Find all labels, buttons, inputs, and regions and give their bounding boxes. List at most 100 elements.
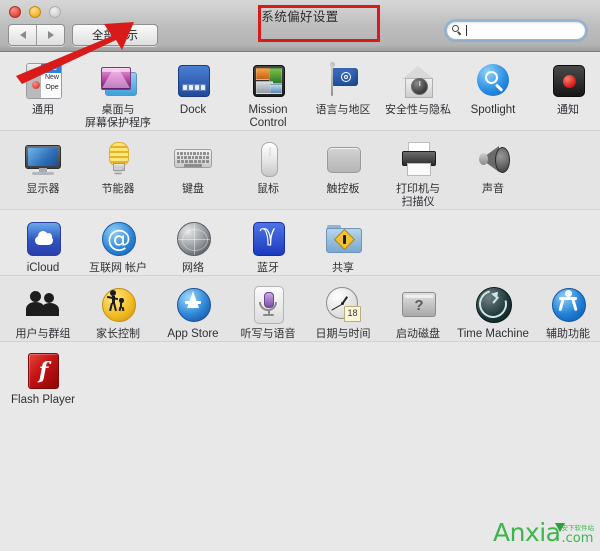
pref-trackpad[interactable]: 触控板 bbox=[306, 139, 380, 209]
pref-dock[interactable]: Dock bbox=[156, 60, 230, 130]
pref-label: 键盘 bbox=[156, 183, 230, 196]
notifications-icon bbox=[548, 60, 588, 100]
app-store-icon bbox=[173, 284, 213, 324]
security-privacy-icon bbox=[398, 60, 438, 100]
pref-sound[interactable]: 声音 bbox=[456, 139, 530, 209]
flash-player-icon: f bbox=[23, 350, 63, 390]
spotlight-icon bbox=[473, 60, 513, 100]
preference-row: iCloud @ 互联网 帐户 网络 ℽ bbox=[0, 210, 600, 276]
pref-label: Mission Control bbox=[231, 104, 305, 130]
pref-label: 显示器 bbox=[6, 183, 80, 196]
watermark-brand: Anxia bbox=[493, 520, 561, 545]
system-preferences-window: 全部显示 系统偏好设置 File bbox=[0, 0, 600, 551]
download-arrow-icon bbox=[555, 523, 565, 532]
mouse-icon bbox=[248, 139, 288, 179]
language-region-icon bbox=[323, 60, 363, 100]
pref-security-privacy[interactable]: 安全性与隐私 bbox=[381, 60, 455, 130]
pref-label: 共享 bbox=[306, 262, 380, 275]
pref-label: App Store bbox=[156, 328, 230, 341]
pref-label: 语言与地区 bbox=[306, 104, 380, 117]
dictation-speech-icon bbox=[248, 284, 288, 324]
parental-controls-icon bbox=[98, 284, 138, 324]
pref-desktop-screensaver[interactable]: 桌面与 屏幕保护程序 bbox=[81, 60, 155, 130]
watermark: Anxia 安下软件站 .com bbox=[493, 515, 594, 545]
pref-label: 安全性与隐私 bbox=[381, 104, 455, 117]
pref-dictation-speech[interactable]: 听写与语音 bbox=[231, 284, 305, 341]
pref-parental-controls[interactable]: 家长控制 bbox=[81, 284, 155, 341]
back-button[interactable] bbox=[9, 25, 36, 45]
pref-label: Dock bbox=[156, 104, 230, 117]
pref-label: 辅助功能 bbox=[531, 328, 600, 341]
icloud-icon bbox=[23, 218, 63, 258]
pref-app-store[interactable]: App Store bbox=[156, 284, 230, 341]
search-input[interactable] bbox=[446, 21, 586, 40]
show-all-button[interactable]: 全部显示 bbox=[72, 24, 158, 46]
displays-icon bbox=[23, 139, 63, 179]
pref-flash-player[interactable]: f Flash Player bbox=[6, 350, 80, 407]
pref-label: Flash Player bbox=[6, 394, 80, 407]
pref-notifications[interactable]: 通知 bbox=[531, 60, 600, 130]
startup-disk-icon: ? bbox=[398, 284, 438, 324]
navigation-buttons[interactable] bbox=[8, 24, 65, 46]
pref-label: iCloud bbox=[6, 262, 80, 275]
pref-label: 听写与语音 bbox=[231, 328, 305, 341]
pref-keyboard[interactable]: 键盘 bbox=[156, 139, 230, 209]
pref-startup-disk[interactable]: ? 启动磁盘 bbox=[381, 284, 455, 341]
time-machine-icon bbox=[473, 284, 513, 324]
chevron-right-icon bbox=[48, 31, 54, 39]
printers-scanners-icon bbox=[398, 139, 438, 179]
keyboard-icon bbox=[173, 139, 213, 179]
pref-label: 启动磁盘 bbox=[381, 328, 455, 341]
preference-row: 用户与群组 家长控制 App Store bbox=[0, 276, 600, 342]
pref-label: 打印机与 扫描仪 bbox=[381, 183, 455, 209]
pref-internet-accounts[interactable]: @ 互联网 帐户 bbox=[81, 218, 155, 275]
pref-energy-saver[interactable]: 节能器 bbox=[81, 139, 155, 209]
users-groups-icon bbox=[23, 284, 63, 324]
pref-label: 日期与时间 bbox=[306, 328, 380, 341]
pref-sharing[interactable]: 共享 bbox=[306, 218, 380, 275]
pref-bluetooth[interactable]: ℽ 蓝牙 bbox=[231, 218, 305, 275]
accessibility-icon bbox=[548, 284, 588, 324]
general-icon: File NewOpe bbox=[23, 60, 63, 100]
preference-row: File NewOpe 通用 桌面与 屏幕保护程序 bbox=[0, 52, 600, 131]
preference-row: f Flash Player bbox=[0, 342, 600, 407]
pref-users-groups[interactable]: 用户与群组 bbox=[6, 284, 80, 341]
forward-button[interactable] bbox=[36, 25, 64, 45]
chevron-left-icon bbox=[20, 31, 26, 39]
bluetooth-icon: ℽ bbox=[248, 218, 288, 258]
pref-printers-scanners[interactable]: 打印机与 扫描仪 bbox=[381, 139, 455, 209]
pref-language-region[interactable]: 语言与地区 bbox=[306, 60, 380, 130]
text-caret bbox=[466, 25, 467, 36]
pref-label: 节能器 bbox=[81, 183, 155, 196]
pref-icloud[interactable]: iCloud bbox=[6, 218, 80, 275]
dock-icon bbox=[173, 60, 213, 100]
pref-label: 家长控制 bbox=[81, 328, 155, 341]
pref-label: 网络 bbox=[156, 262, 230, 275]
pref-label: 用户与群组 bbox=[6, 328, 80, 341]
search-container[interactable] bbox=[446, 21, 586, 40]
pref-label: 桌面与 屏幕保护程序 bbox=[81, 104, 155, 130]
preference-row: 显示器 节能器 bbox=[0, 131, 600, 210]
flash-glyph: f bbox=[29, 356, 58, 386]
pref-label: Spotlight bbox=[456, 104, 530, 117]
pref-general[interactable]: File NewOpe 通用 bbox=[6, 60, 80, 130]
pref-label: Time Machine bbox=[456, 328, 530, 341]
pref-time-machine[interactable]: Time Machine bbox=[456, 284, 530, 341]
pref-mission-control[interactable]: Mission Control bbox=[231, 60, 305, 130]
search-icon bbox=[452, 25, 463, 36]
pref-label: 通知 bbox=[531, 104, 600, 117]
trackpad-icon bbox=[323, 139, 363, 179]
pref-mouse[interactable]: 鼠标 bbox=[231, 139, 305, 209]
pref-displays[interactable]: 显示器 bbox=[6, 139, 80, 209]
pref-date-time[interactable]: 18 日期与时间 bbox=[306, 284, 380, 341]
pref-label: 蓝牙 bbox=[231, 262, 305, 275]
pref-accessibility[interactable]: 辅助功能 bbox=[531, 284, 600, 341]
desktop-screensaver-icon bbox=[98, 60, 138, 100]
pref-spotlight[interactable]: Spotlight bbox=[456, 60, 530, 130]
network-icon bbox=[173, 218, 213, 258]
sound-icon bbox=[473, 139, 513, 179]
disk-glyph: ? bbox=[403, 297, 435, 314]
internet-accounts-icon: @ bbox=[98, 218, 138, 258]
pref-label: 声音 bbox=[456, 183, 530, 196]
pref-network[interactable]: 网络 bbox=[156, 218, 230, 275]
